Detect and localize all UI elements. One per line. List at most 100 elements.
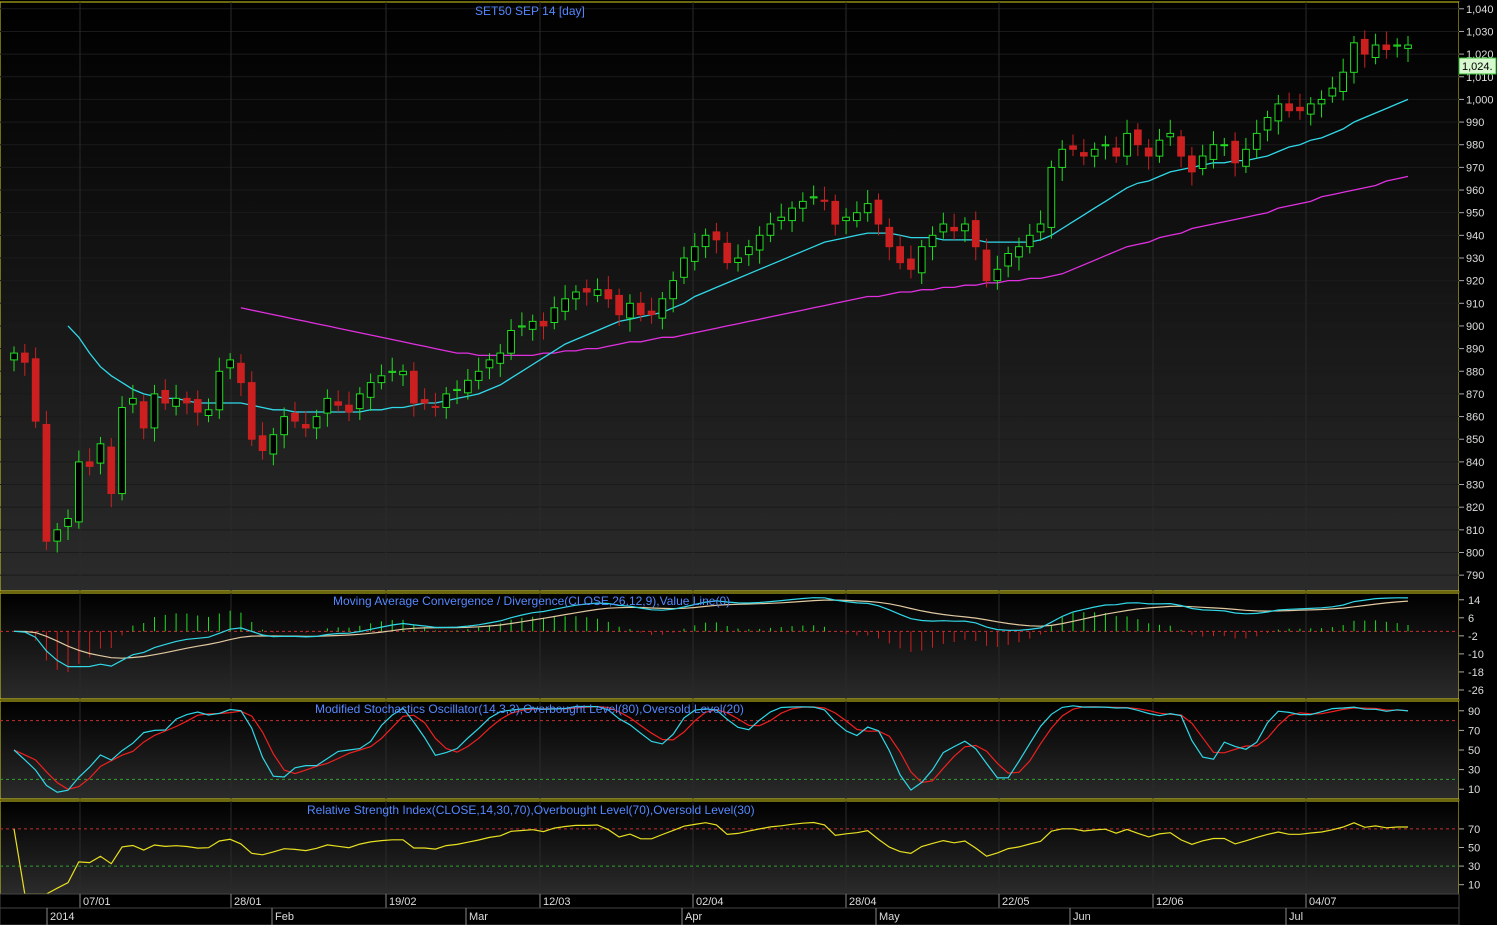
price-tick-label: 990 <box>1466 117 1484 129</box>
candle-body <box>1360 38 1369 55</box>
rsi-tick-label: 10 <box>1468 880 1480 892</box>
candle-body <box>85 461 94 467</box>
candle-body <box>961 223 969 232</box>
rsi-tick-label: 70 <box>1468 824 1480 836</box>
candle-body <box>712 231 721 241</box>
candle-body <box>820 199 829 202</box>
rsi-panel[interactable]: Relative Strength Index(CLOSE,14,30,70),… <box>0 800 1497 895</box>
candle-body <box>1188 155 1196 173</box>
candle-body <box>1177 136 1185 157</box>
candle-body <box>701 234 710 248</box>
trading-chart[interactable]: SET50 SEP 14 [day] 790 800 810 820 830 840 850… <box>0 0 1497 925</box>
date-label: 07/01 <box>83 896 111 908</box>
candle-body <box>193 399 202 413</box>
price-tick-label: 910 <box>1466 298 1484 310</box>
candle-body <box>1101 144 1110 147</box>
date-label: 02/04 <box>696 896 724 908</box>
macd-panel[interactable]: Moving Average Convergence / Divergence(… <box>0 592 1497 700</box>
candle-body <box>788 207 796 222</box>
candle-body <box>809 196 818 199</box>
candle-body <box>1382 44 1391 50</box>
candle-body <box>1123 132 1131 157</box>
candle-body <box>1296 106 1304 112</box>
candle-body <box>345 404 353 413</box>
candle-body <box>507 330 515 354</box>
candle-body <box>431 405 440 408</box>
candle-body <box>399 370 407 376</box>
price-tick-label: 950 <box>1466 208 1484 220</box>
candle-body <box>626 302 634 319</box>
month-label: Jul <box>1289 911 1303 923</box>
candle-body <box>896 246 904 264</box>
candle-body <box>550 307 559 323</box>
candle-body <box>1393 44 1402 47</box>
stochastics-panel[interactable]: Modified Stochastics Oscillator(14,3,3),… <box>0 700 1497 800</box>
candle-body <box>734 257 742 263</box>
candle-body <box>1231 140 1240 164</box>
candle-body <box>723 242 732 264</box>
candle-body <box>237 362 245 384</box>
candle-body <box>874 199 883 225</box>
candle-body <box>291 412 299 422</box>
date-label: 28/01 <box>234 896 262 908</box>
month-label: 2014 <box>50 911 74 923</box>
candle-body <box>388 370 397 373</box>
candle-body <box>280 416 288 436</box>
rsi-tick-label: 30 <box>1468 861 1480 873</box>
candle-body <box>1339 71 1348 92</box>
price-tick-label: 810 <box>1466 525 1484 537</box>
candle-body <box>561 298 569 312</box>
macd-tick-label: 14 <box>1468 595 1480 607</box>
candle-body <box>1274 103 1283 122</box>
price-tick-label: 820 <box>1466 502 1484 514</box>
candle-body <box>1004 253 1012 267</box>
price-tick-label: 980 <box>1466 140 1484 152</box>
candle-body <box>453 388 461 391</box>
candle-body <box>950 226 958 232</box>
candle-body <box>410 370 418 404</box>
month-label: May <box>879 911 900 923</box>
price-tick-label: 960 <box>1466 185 1484 197</box>
candle-body <box>982 249 991 282</box>
price-tick-label: 850 <box>1466 434 1484 446</box>
candle-body <box>496 352 505 364</box>
candle-body <box>1144 147 1153 157</box>
candle-body <box>842 216 850 222</box>
candle-body <box>1036 223 1045 233</box>
stoch-tick-label: 10 <box>1468 784 1480 796</box>
candle-body <box>539 320 548 327</box>
candle-body <box>258 435 267 451</box>
candle-body <box>474 370 483 381</box>
candle-body <box>204 409 213 416</box>
candle-body <box>1047 166 1056 228</box>
candle-body <box>615 294 623 316</box>
month-label: Jun <box>1073 911 1091 923</box>
month-label: Feb <box>275 911 294 923</box>
price-tick-label: 830 <box>1466 480 1484 492</box>
candle-body <box>64 518 72 527</box>
date-label: 12/06 <box>1156 896 1184 908</box>
candle-body <box>993 268 1002 282</box>
rsi-title: Relative Strength Index(CLOSE,14,30,70),… <box>307 803 755 817</box>
candle-body <box>129 397 137 405</box>
date-axis[interactable]: 07/01 28/01 19/02 12/03 02/04 28/04 22/05 12/06… <box>0 893 1460 925</box>
date-label: 28/04 <box>849 896 877 908</box>
price-tick-label: 790 <box>1466 570 1484 582</box>
candle-body <box>928 234 937 248</box>
candle-body <box>777 216 786 222</box>
candle-body <box>420 399 429 404</box>
candle-body <box>150 393 159 429</box>
price-tick-label: 890 <box>1466 344 1484 356</box>
candle-body <box>139 401 148 429</box>
candle-body <box>528 320 537 330</box>
stoch-tick-label: 30 <box>1468 765 1480 777</box>
price-tick-label: 1,030 <box>1466 26 1494 38</box>
candle-body <box>464 379 472 394</box>
date-label: 19/02 <box>389 896 417 908</box>
chart-title: SET50 SEP 14 [day] <box>475 4 585 18</box>
candle-body <box>1025 234 1034 248</box>
candle-body <box>1166 132 1175 138</box>
price-panel[interactable]: SET50 SEP 14 [day] <box>0 1 1460 592</box>
candle-body <box>301 424 310 429</box>
candle-body <box>863 203 872 214</box>
